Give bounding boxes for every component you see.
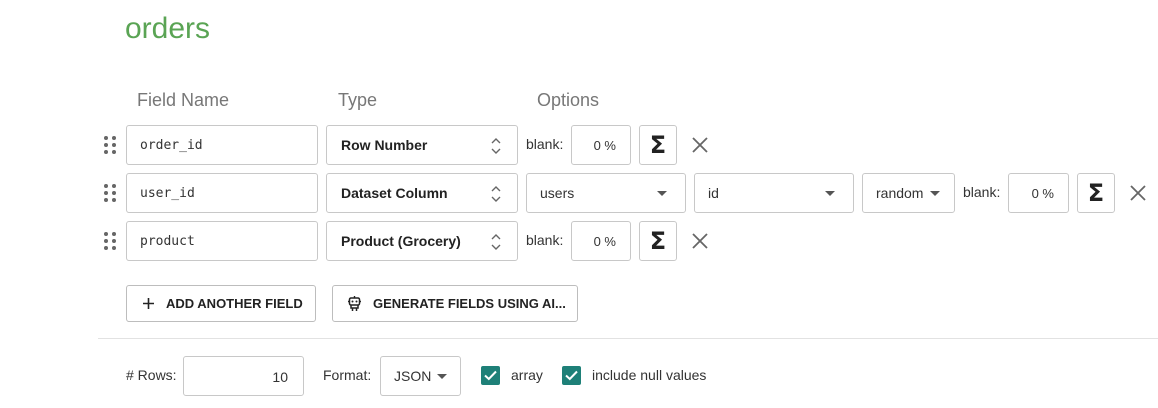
blank-label: blank: <box>526 232 564 248</box>
dataset-select[interactable]: users <box>526 173 686 213</box>
header-type: Type <box>338 90 378 110</box>
generate-fields-ai-label: GENERATE FIELDS USING AI... <box>373 296 566 311</box>
add-another-field-button[interactable]: ADD ANOTHER FIELD <box>126 285 316 322</box>
caret-down-icon <box>825 191 835 196</box>
schema-editor: orders Field Name Type Options order_id … <box>0 0 1158 408</box>
field-row: order_id Row Number blank: 0 % Σ <box>0 125 1158 165</box>
field-type-value: Dataset Column <box>341 185 448 201</box>
format-label: Format: <box>323 367 372 383</box>
column-select[interactable]: id <box>694 173 854 213</box>
chevron-updown-icon <box>491 185 501 203</box>
blank-percent-input[interactable]: 0 % <box>571 125 631 165</box>
close-icon[interactable] <box>691 232 709 250</box>
divider <box>98 338 1158 339</box>
close-icon[interactable] <box>691 136 709 154</box>
selection-mode-select[interactable]: random <box>862 173 955 213</box>
field-name-input[interactable]: product <box>126 221 318 261</box>
include-null-checkbox[interactable] <box>562 366 581 385</box>
header-field-name: Field Name <box>137 90 230 110</box>
drag-handle-icon[interactable] <box>104 232 116 250</box>
caret-down-icon <box>437 374 447 379</box>
format-select[interactable]: JSON <box>380 356 461 396</box>
caret-down-icon <box>930 191 940 196</box>
field-type-value: Product (Grocery) <box>341 233 461 249</box>
include-null-label: include null values <box>592 367 707 383</box>
chevron-updown-icon <box>491 233 501 251</box>
add-another-field-label: ADD ANOTHER FIELD <box>166 296 303 311</box>
blank-label: blank: <box>963 184 1001 200</box>
column-value: id <box>708 185 719 201</box>
field-type-value: Row Number <box>341 137 428 153</box>
field-type-select[interactable]: Dataset Column <box>326 173 518 213</box>
dataset-value: users <box>540 185 575 201</box>
drag-handle-icon[interactable] <box>104 184 116 202</box>
rows-input[interactable]: 10 <box>183 356 304 396</box>
caret-down-icon <box>657 191 667 196</box>
header-options: Options <box>537 90 600 110</box>
close-icon[interactable] <box>1129 184 1147 202</box>
generate-fields-ai-button[interactable]: GENERATE FIELDS USING AI... <box>332 285 578 322</box>
drag-handle-icon[interactable] <box>104 136 116 154</box>
robot-icon <box>347 295 362 312</box>
chevron-updown-icon <box>491 137 501 155</box>
blank-percent-input[interactable]: 0 % <box>571 221 631 261</box>
selection-mode-value: random <box>876 185 924 201</box>
field-row: product Product (Grocery) blank: 0 % Σ <box>0 221 1158 261</box>
field-row: user_id Dataset Column users id random b… <box>0 173 1158 213</box>
sigma-icon[interactable]: Σ <box>639 221 677 261</box>
array-label: array <box>511 367 543 383</box>
blank-label: blank: <box>526 136 564 152</box>
sigma-icon[interactable]: Σ <box>1077 173 1115 213</box>
array-checkbox[interactable] <box>481 366 500 385</box>
blank-percent-input[interactable]: 0 % <box>1008 173 1069 213</box>
field-name-input[interactable]: user_id <box>126 173 318 213</box>
sigma-icon[interactable]: Σ <box>639 125 677 165</box>
plus-icon <box>142 297 155 310</box>
schema-title: orders <box>125 12 211 45</box>
field-type-select[interactable]: Row Number <box>326 125 518 165</box>
field-type-select[interactable]: Product (Grocery) <box>326 221 518 261</box>
format-value: JSON <box>394 368 432 384</box>
rows-label: # Rows: <box>126 367 177 383</box>
field-name-input[interactable]: order_id <box>126 125 318 165</box>
